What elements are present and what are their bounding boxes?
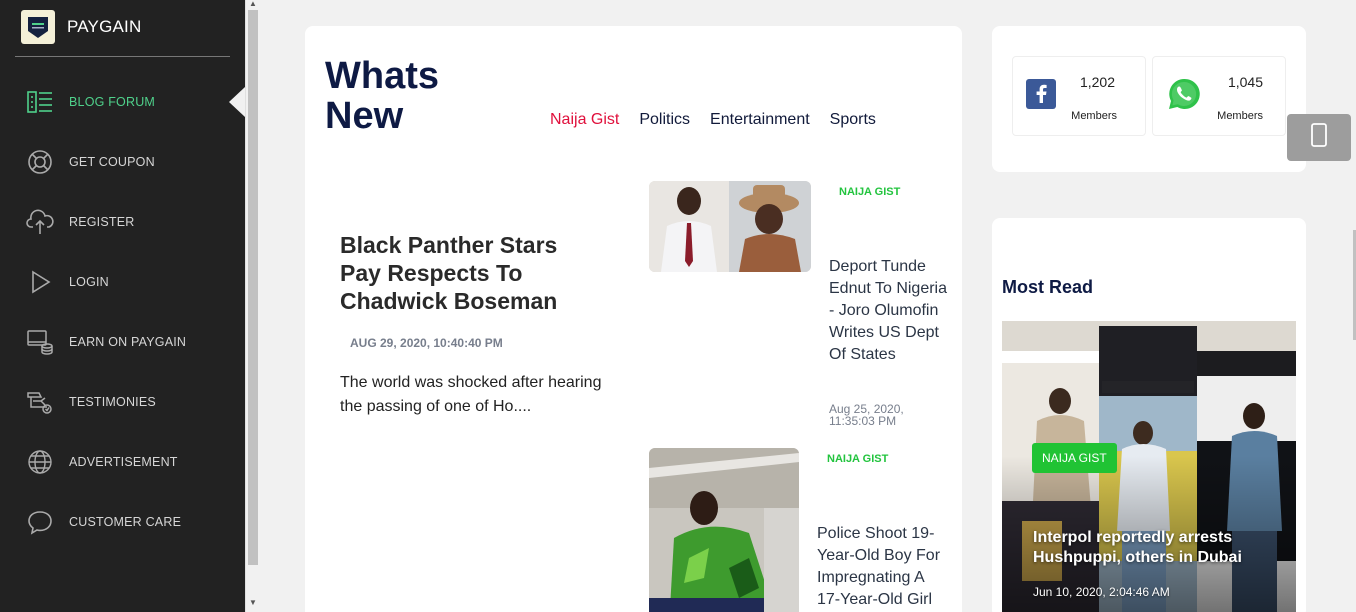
whatsapp-member-label: Members bbox=[1217, 110, 1263, 122]
paygain-logo bbox=[21, 10, 55, 44]
chat-icon bbox=[26, 508, 54, 536]
tab-sports[interactable]: Sports bbox=[830, 111, 876, 129]
sidebar-item-label: GET COUPON bbox=[69, 155, 155, 169]
sidebar-item-label: EARN ON PAYGAIN bbox=[69, 335, 187, 349]
sidebar-item-testimonies[interactable]: TESTIMONIES bbox=[0, 372, 245, 432]
article-category[interactable]: NAIJA GIST bbox=[827, 453, 888, 465]
article-thumbnail[interactable] bbox=[649, 181, 811, 272]
sidebar: PAYGAIN BLOG FORUM GET COUPON REGISTER L… bbox=[0, 0, 245, 612]
facebook-member-count: 1,202 bbox=[1079, 74, 1115, 90]
mobile-device-button[interactable] bbox=[1287, 114, 1351, 161]
brand[interactable]: PAYGAIN bbox=[21, 10, 141, 44]
article-category[interactable]: NAIJA GIST bbox=[839, 186, 900, 198]
whatsapp-member-count: 1,045 bbox=[1227, 74, 1263, 90]
tab-naija-gist[interactable]: Naija Gist bbox=[550, 111, 619, 129]
cloud-upload-icon bbox=[26, 208, 54, 236]
sidebar-item-label: CUSTOMER CARE bbox=[69, 515, 182, 529]
facebook-member-label: Members bbox=[1071, 110, 1117, 122]
sidebar-item-login[interactable]: LOGIN bbox=[0, 252, 245, 312]
sidebar-scrollbar-thumb[interactable] bbox=[248, 10, 258, 565]
featured-article-date: AUG 29, 2020, 10:40:40 PM bbox=[350, 336, 503, 350]
brand-name: PAYGAIN bbox=[67, 17, 142, 36]
section-title-line2: New bbox=[325, 95, 404, 137]
scroll-up-arrow-icon[interactable]: ▲ bbox=[248, 0, 258, 8]
active-indicator bbox=[229, 87, 245, 117]
facebook-group-link[interactable]: 1,202 Members bbox=[1012, 56, 1146, 136]
whatsapp-icon bbox=[1167, 77, 1201, 116]
scroll-down-arrow-icon[interactable]: ▼ bbox=[248, 598, 258, 608]
earn-icon bbox=[26, 328, 54, 356]
featured-article-excerpt: The world was shocked after hearing the … bbox=[340, 374, 602, 415]
sidebar-item-register[interactable]: REGISTER bbox=[0, 192, 245, 252]
social-card: 1,202 Members 1,045 Members bbox=[992, 26, 1306, 172]
article-title[interactable]: Police Shoot 19-Year-Old Boy For Impregn… bbox=[817, 523, 942, 611]
tab-politics[interactable]: Politics bbox=[639, 111, 690, 129]
testimony-icon bbox=[26, 388, 54, 416]
sidebar-item-blog-forum[interactable]: BLOG FORUM bbox=[0, 72, 245, 132]
section-title: Whats New bbox=[325, 56, 439, 136]
sidebar-item-label: TESTIMONIES bbox=[69, 395, 156, 409]
article-thumbnail[interactable] bbox=[649, 448, 799, 612]
most-read-date: Jun 10, 2020, 2:04:46 AM bbox=[1033, 585, 1170, 599]
whatsapp-group-link[interactable]: 1,045 Members bbox=[1152, 56, 1286, 136]
brand-divider bbox=[15, 56, 230, 57]
most-read-category-badge[interactable]: NAIJA GIST bbox=[1032, 443, 1117, 473]
most-read-headline[interactable]: Interpol reportedly arrests Hushpuppi, o… bbox=[1033, 528, 1273, 568]
sidebar-item-label: LOGIN bbox=[69, 275, 109, 289]
featured-article-title[interactable]: Black Panther Stars Pay Respects To Chad… bbox=[340, 231, 590, 315]
play-icon bbox=[26, 268, 54, 296]
most-read-card: Most Read NAIJA GIST Interpol reportedly… bbox=[992, 218, 1306, 612]
whats-new-card: Whats New Naija Gist Politics Entertainm… bbox=[305, 26, 962, 612]
sidebar-item-label: REGISTER bbox=[69, 215, 135, 229]
sidebar-item-advertisement[interactable]: ADVERTISEMENT bbox=[0, 432, 245, 492]
article-date: Aug 25, 2020, 11:35:03 PM bbox=[829, 402, 904, 428]
sidebar-item-earn-on-paygain[interactable]: EARN ON PAYGAIN bbox=[0, 312, 245, 372]
category-tabs: Naija Gist Politics Entertainment Sports bbox=[550, 111, 896, 129]
mobile-phone-icon bbox=[1311, 123, 1327, 152]
sidebar-item-label: BLOG FORUM bbox=[69, 95, 156, 109]
article-title[interactable]: Deport Tunde Ednut To Nigeria - Joro Olu… bbox=[829, 256, 949, 366]
tab-entertainment[interactable]: Entertainment bbox=[710, 111, 810, 129]
facebook-icon bbox=[1026, 79, 1056, 114]
sidebar-item-customer-care[interactable]: CUSTOMER CARE bbox=[0, 492, 245, 552]
globe-icon bbox=[26, 448, 54, 476]
sidebar-item-label: ADVERTISEMENT bbox=[69, 455, 178, 469]
section-title-line1: Whats bbox=[325, 55, 439, 97]
most-read-title: Most Read bbox=[1002, 277, 1094, 297]
lifebuoy-icon bbox=[26, 148, 54, 176]
sidebar-item-get-coupon[interactable]: GET COUPON bbox=[0, 132, 245, 192]
sidebar-nav: BLOG FORUM GET COUPON REGISTER LOGIN EAR… bbox=[0, 72, 245, 552]
blog-icon bbox=[26, 88, 54, 116]
